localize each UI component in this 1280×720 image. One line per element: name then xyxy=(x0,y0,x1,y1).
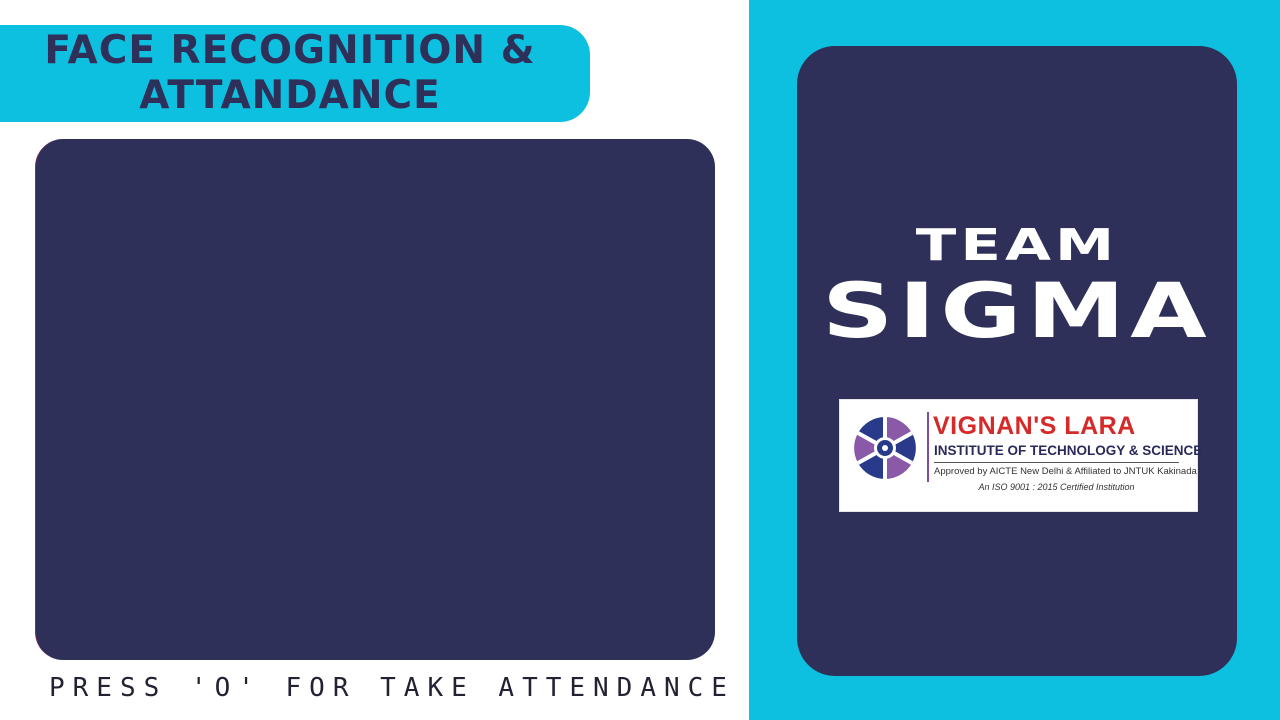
camera-feed-frame[interactable] xyxy=(35,139,715,660)
page-title: FACE RECOGNITION & ATTANDANCE xyxy=(20,28,560,118)
attendance-instruction: PRESS 'O' FOR TAKE ATTENDANCE xyxy=(49,673,735,703)
team-name: SIGMA xyxy=(822,266,1212,355)
team-label: TEAM xyxy=(915,220,1119,271)
right-pane: TEAM SIGMA VIGNAN'S LARA INSTITUTE OF TE… xyxy=(749,0,1280,720)
page-title-line1: FACE RECOGNITION & xyxy=(44,28,536,73)
app-window: FACE RECOGNITION & ATTANDANCE PRESS 'O' … xyxy=(0,0,1280,720)
logo-rule xyxy=(934,462,1179,463)
institution-name: VIGNAN'S LARA xyxy=(933,412,1136,440)
institution-logo: VIGNAN'S LARA INSTITUTE OF TECHNOLOGY & … xyxy=(839,399,1202,512)
logo-divider xyxy=(927,412,929,482)
institution-iso: An ISO 9001 : 2015 Certified Institution xyxy=(978,482,1135,492)
institution-approval: Approved by AICTE New Delhi & Affiliated… xyxy=(934,466,1197,477)
left-pane: FACE RECOGNITION & ATTANDANCE PRESS 'O' … xyxy=(0,0,749,720)
vignan-emblem-icon xyxy=(854,417,916,479)
title-banner: FACE RECOGNITION & ATTANDANCE xyxy=(0,25,590,122)
team-card: TEAM SIGMA VIGNAN'S LARA INSTITUTE OF TE… xyxy=(797,46,1237,676)
page-title-line2: ATTANDANCE xyxy=(139,73,441,118)
institution-subtitle: INSTITUTE OF TECHNOLOGY & SCIENCE xyxy=(934,443,1203,458)
